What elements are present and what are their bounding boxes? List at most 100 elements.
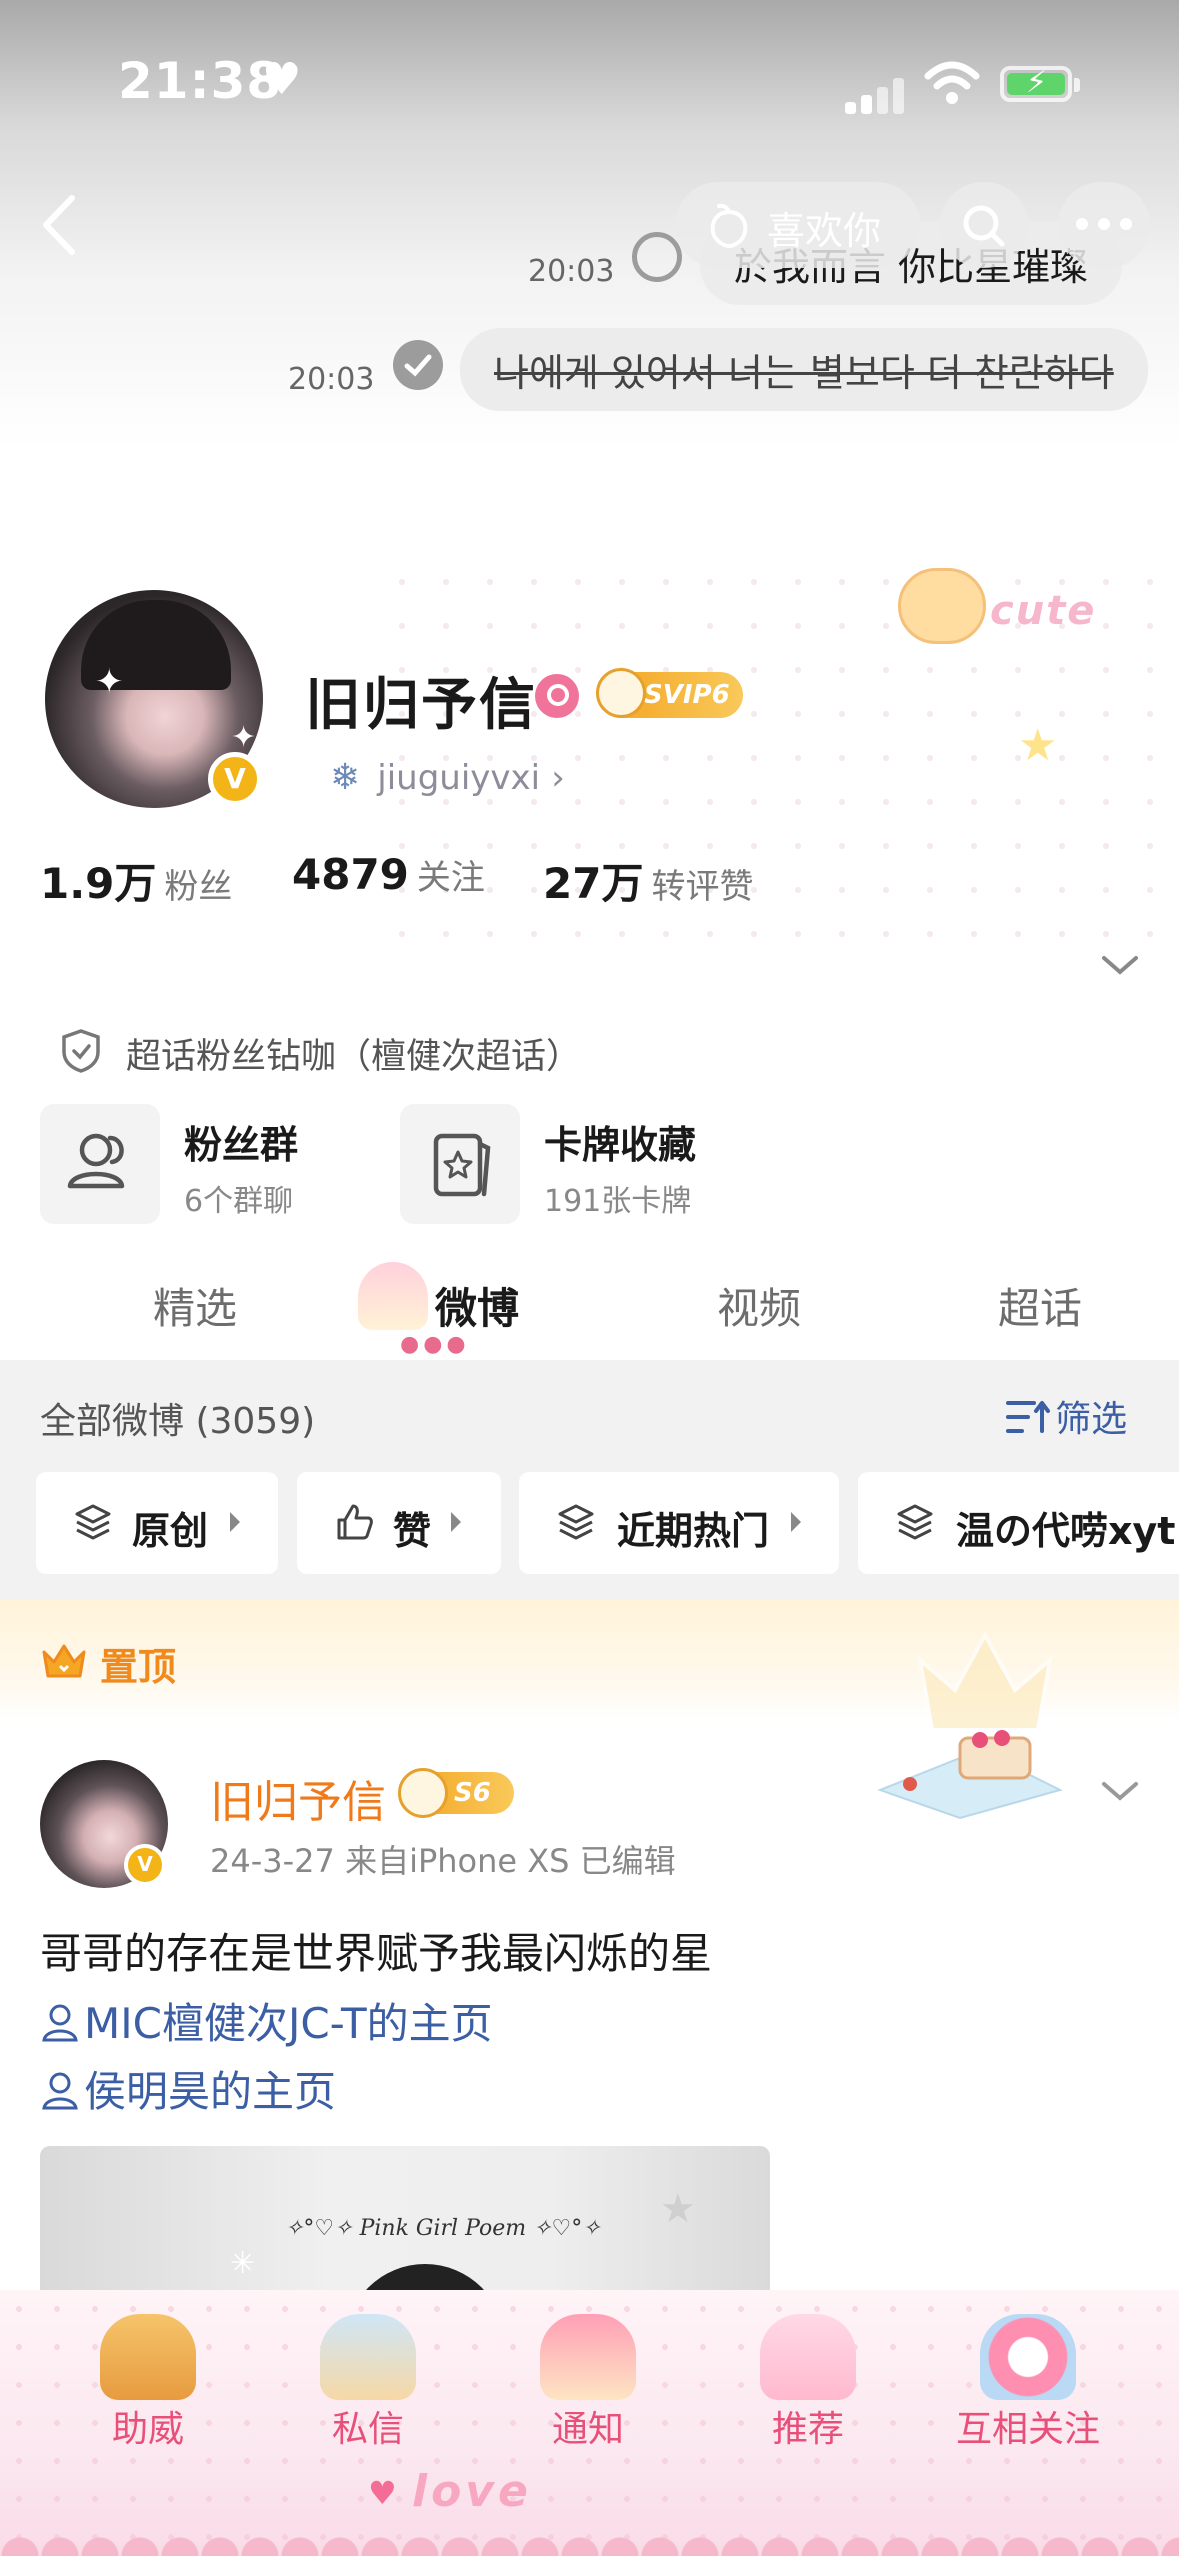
post-options-chevron-icon[interactable] xyxy=(1100,1776,1140,1806)
post-meta: 24-3-27 来自iPhone XS 已编辑 xyxy=(210,1842,676,1880)
back-button[interactable] xyxy=(30,190,90,260)
mention-text: 侯明昊的主页 xyxy=(84,2067,337,2116)
chip-original[interactable]: 原创 xyxy=(36,1472,278,1574)
cake-sticker-icon xyxy=(877,1730,1063,1820)
expand-profile-chevron-icon[interactable] xyxy=(1100,950,1140,980)
post-text: 哥哥的存在是世界赋予我最闪烁的星 xyxy=(40,1929,713,1978)
level-badge[interactable]: S6 xyxy=(398,1768,514,1818)
profile-tabs: 精选 微博 ●●● 视频 超话 xyxy=(0,1250,1179,1360)
battery-charging-icon: ⚡ xyxy=(1000,65,1072,102)
nav-label: 助威 xyxy=(111,2409,184,2450)
battery-cap xyxy=(1074,78,1080,92)
tile-subtitle: 6个群聊 xyxy=(184,1184,294,1219)
layers-icon xyxy=(897,1504,933,1540)
bear-sticker-icon xyxy=(898,568,986,644)
post-author-name[interactable]: 旧归予信 xyxy=(210,1766,386,1830)
cake-sticker-icon xyxy=(358,1262,428,1330)
heart-sticker-icon xyxy=(980,2314,1076,2400)
tab-video[interactable]: 视频 xyxy=(717,1275,801,1336)
nav-cheer[interactable]: 助威 xyxy=(48,2314,248,2452)
status-bar: 21:38 ♥ ⚡ xyxy=(0,52,1179,122)
profile-username: 旧归予信 xyxy=(305,673,537,738)
chip-label: 近期热门 xyxy=(617,1509,770,1553)
chip-custom-tag[interactable]: 温の代唠xyt xyxy=(858,1472,1179,1574)
shield-icon xyxy=(62,1029,100,1073)
filter-icon xyxy=(1006,1401,1050,1433)
thumbs-up-icon xyxy=(337,1504,373,1540)
stat-followers[interactable]: 1.9万 粉丝 xyxy=(40,850,232,911)
heart-icon: ♥ xyxy=(368,2474,397,2512)
tab-super-topic[interactable]: 超话 xyxy=(998,1275,1082,1336)
mention-link[interactable]: MIC檀健次JC-T的主页 xyxy=(40,1990,493,2051)
search-button[interactable] xyxy=(940,182,1028,268)
search-icon xyxy=(963,205,1005,247)
cake-sticker-icon xyxy=(540,2314,636,2400)
chip-label: 赞 xyxy=(393,1509,432,1553)
star-sticker-icon: ★ xyxy=(1018,720,1058,771)
chip-liked[interactable]: 赞 xyxy=(297,1472,501,1574)
crown-icon xyxy=(42,1644,86,1678)
handle-link[interactable]: ❄ jiuguiyvxi › xyxy=(330,757,565,807)
read-check-icon xyxy=(393,340,443,390)
more-dots-icon xyxy=(1076,218,1132,230)
layers-icon xyxy=(558,1504,594,1540)
all-posts-count: 全部微博 (3059) xyxy=(40,1401,316,1442)
chevron-right-icon: › xyxy=(551,758,565,798)
caret-right-icon xyxy=(791,1512,801,1532)
profile-handle: jiuguiyvxi xyxy=(377,758,541,798)
chat-message-2: 나에게 있어서 너는 별보다 더 찬란하다 xyxy=(460,328,1148,411)
stat-value: 27万 xyxy=(543,859,644,908)
stat-interactions[interactable]: 27万 转评赞 xyxy=(543,850,753,911)
nav-notifications[interactable]: 通知 xyxy=(488,2314,688,2452)
card-collection-icon xyxy=(400,1104,520,1224)
chat-message-text: 나에게 있어서 너는 별보다 더 찬란하다 xyxy=(494,351,1114,395)
pending-circle-icon xyxy=(632,232,682,282)
tile-title: 粉丝群 xyxy=(184,1123,299,1167)
sparkle-icon: ✦ xyxy=(95,662,124,702)
chip-recent-hot[interactable]: 近期热门 xyxy=(519,1472,839,1574)
strawberry-sticker-icon: ●●● xyxy=(400,1332,470,1357)
filter-label: 筛选 xyxy=(1055,1399,1128,1440)
star-icon: ★ xyxy=(660,2186,696,2232)
verified-badge-icon: V xyxy=(124,1844,166,1886)
cute-sticker: cute xyxy=(990,588,1097,634)
bear-sticker-icon xyxy=(320,2314,416,2400)
burger-sticker-icon xyxy=(100,2314,196,2400)
astronaut-icon xyxy=(398,1768,448,1818)
level-label: S6 xyxy=(454,1778,491,1808)
wifi-icon xyxy=(924,61,980,104)
nav-label: 通知 xyxy=(551,2409,624,2450)
chip-label: 原创 xyxy=(132,1509,209,1553)
tile-title: 卡牌收藏 xyxy=(544,1123,697,1167)
bottom-nav: 助威 私信 通知 推荐 互相关注 ♥ love xyxy=(0,2290,1179,2556)
topic-badge-icon[interactable] xyxy=(535,674,579,718)
nav-messages[interactable]: 私信 xyxy=(268,2314,468,2452)
like-you-label: 喜欢你 xyxy=(767,209,882,253)
stat-label: 关注 xyxy=(416,858,485,898)
profile-stats: 1.9万 粉丝 4879 关注 27万 转评赞 xyxy=(40,850,1140,910)
tab-weibo[interactable]: 微博 xyxy=(435,1275,519,1336)
svip-badge[interactable]: SVIP6 xyxy=(596,668,743,718)
pinned-header: 置顶 xyxy=(0,1600,1179,1732)
bunny-sticker-icon xyxy=(760,2314,856,2400)
peach-icon xyxy=(710,203,748,249)
more-button[interactable] xyxy=(1058,182,1150,268)
stat-label: 粉丝 xyxy=(164,867,233,907)
svip-label: SVIP6 xyxy=(644,680,730,710)
heart-icon: ♥ xyxy=(262,54,302,105)
chat-time-2: 20:03 xyxy=(288,362,375,397)
stat-following[interactable]: 4879 关注 xyxy=(292,850,485,899)
chip-label: 温の代唠xyt xyxy=(956,1509,1176,1553)
person-icon xyxy=(42,2072,78,2110)
layers-icon xyxy=(75,1504,111,1540)
filter-button[interactable]: 筛选 xyxy=(1006,1390,1127,1440)
like-you-button[interactable]: 喜欢你 xyxy=(675,182,920,268)
snowflake-icon: ❄ xyxy=(330,757,361,798)
tab-featured[interactable]: 精选 xyxy=(153,1275,237,1336)
nav-mutual-follow[interactable]: 互相关注 xyxy=(928,2314,1128,2452)
pinned-label: 置顶 xyxy=(100,1645,177,1689)
mention-link[interactable]: 侯明昊的主页 xyxy=(40,2058,336,2119)
nav-recommend[interactable]: 推荐 xyxy=(708,2314,908,2452)
love-sticker: love xyxy=(412,2466,532,2517)
caret-right-icon xyxy=(230,1512,240,1532)
